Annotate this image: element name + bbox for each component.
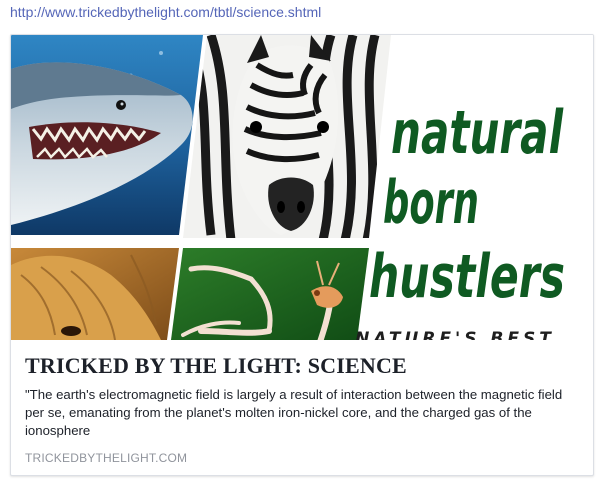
image-title-line-1: natural (391, 98, 564, 168)
card-headline[interactable]: TRICKED BY THE LIGHT: SCIENCE (25, 353, 581, 379)
mantis-photo (171, 248, 369, 340)
image-title-line-3: hustlers (369, 242, 565, 312)
card-description: "The earth's electromagnetic field is la… (25, 387, 563, 438)
shark-photo (11, 35, 203, 235)
card-domain: TRICKEDBYTHELIGHT.COM (25, 451, 188, 465)
link-url[interactable]: http://www.trickedbythelight.com/tbtl/sc… (10, 3, 321, 21)
preview-image[interactable]: natural born hustlers NATURE'S BEST (11, 35, 593, 340)
link-preview-card[interactable]: natural born hustlers NATURE'S BEST TRIC… (10, 34, 594, 476)
image-title-line-2: born (383, 168, 479, 238)
zebra-photo (183, 35, 391, 238)
lion-photo (11, 248, 179, 340)
image-tagline: NATURE'S BEST (355, 329, 555, 340)
card-text-block: TRICKED BY THE LIGHT: SCIENCE "The earth… (25, 353, 581, 465)
